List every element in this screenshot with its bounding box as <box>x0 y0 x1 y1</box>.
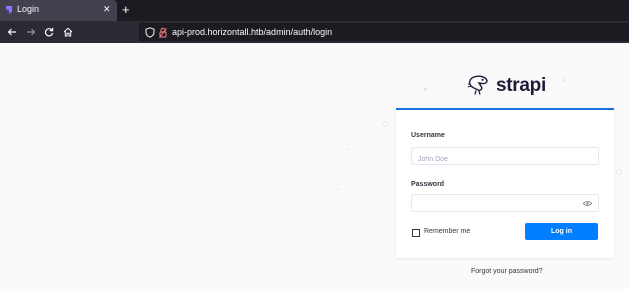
decorative-dot <box>337 188 339 190</box>
browser-tab-bar: Login ✕ + <box>0 0 629 21</box>
logo-text: strapi <box>496 74 546 96</box>
password-label: Password <box>411 181 445 188</box>
tab-title: Login <box>17 4 40 14</box>
forgot-password-link[interactable]: Forgot your password? <box>471 268 543 275</box>
shield-icon[interactable] <box>145 27 155 38</box>
home-icon <box>63 27 73 37</box>
username-label: Username <box>411 132 445 139</box>
strapi-logo-icon <box>467 75 488 95</box>
decorative-dot <box>382 121 388 127</box>
back-button[interactable] <box>5 24 19 40</box>
username-field-wrapper <box>411 147 599 168</box>
eye-icon[interactable] <box>583 200 592 207</box>
remember-me-label[interactable]: Remember me <box>424 228 470 235</box>
tab-login[interactable]: Login ✕ <box>0 0 117 21</box>
username-input[interactable] <box>412 151 598 168</box>
strapi-logo: strapi <box>467 75 546 96</box>
remember-me-checkbox[interactable] <box>412 229 420 237</box>
password-input[interactable] <box>412 198 598 215</box>
login-form: Username Password Remember me Log in <box>396 108 614 258</box>
arrow-left-icon <box>7 28 16 36</box>
forward-button[interactable] <box>24 24 38 40</box>
decorative-dot <box>424 88 427 91</box>
login-button[interactable]: Log in <box>525 223 598 240</box>
lock-icon[interactable] <box>159 27 167 38</box>
close-icon[interactable]: ✕ <box>103 4 111 14</box>
decorative-dot <box>616 169 622 175</box>
reload-button[interactable] <box>42 24 56 40</box>
arrow-right-icon <box>27 28 36 36</box>
home-button[interactable] <box>61 24 75 40</box>
decorative-dot <box>346 148 348 150</box>
reload-icon <box>44 27 54 37</box>
url-text[interactable]: api-prod.horizontall.htb/admin/auth/logi… <box>172 27 332 37</box>
new-tab-button[interactable]: + <box>122 2 130 17</box>
decorative-dot <box>562 79 565 82</box>
strapi-logo-icon <box>6 6 12 15</box>
password-field-wrapper <box>411 194 599 215</box>
